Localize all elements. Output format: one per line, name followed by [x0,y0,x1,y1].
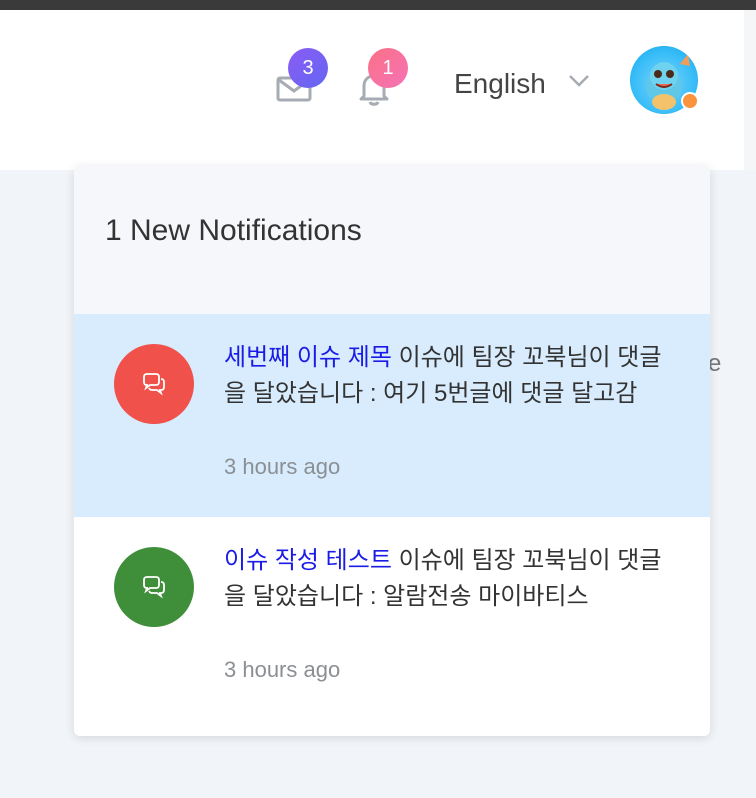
window-top-edge [0,0,756,10]
background-page-text: e [708,350,722,377]
mail-badge: 3 [288,48,328,88]
chevron-down-icon[interactable] [566,68,592,94]
issue-link[interactable]: 세번째 이슈 제목 [224,344,392,371]
language-selector[interactable]: English [454,64,546,104]
header-right-edge [744,10,756,170]
notification-icon-circle [114,547,194,627]
issue-link[interactable]: 이슈 작성 테스트 [224,547,392,574]
notifications-count-title: 1 New Notifications [105,214,362,247]
notifications-dropdown: 1 New Notifications 세번째 이슈 제목 이슈에 팀장 꼬북님… [74,166,710,736]
comments-icon [143,373,165,396]
notification-text: 세번째 이슈 제목 이슈에 팀장 꼬북님이 댓글을 달았습니다 : 여기 5번글… [224,340,664,412]
notification-time: 3 hours ago [224,657,341,682]
online-status-dot [681,92,699,110]
notification-item[interactable]: 세번째 이슈 제목 이슈에 팀장 꼬북님이 댓글을 달았습니다 : 여기 5번글… [74,314,710,517]
notifications-badge: 1 [368,48,408,88]
notification-time: 3 hours ago [224,454,341,479]
notification-text: 이슈 작성 테스트 이슈에 팀장 꼬북님이 댓글을 달았습니다 : 알람전송 마… [224,543,664,615]
dropdown-header: 1 New Notifications [74,166,710,314]
comments-icon [143,576,165,599]
notification-icon-circle [114,344,194,424]
notification-item[interactable]: 이슈 작성 테스트 이슈에 팀장 꼬북님이 댓글을 달았습니다 : 알람전송 마… [74,517,710,720]
